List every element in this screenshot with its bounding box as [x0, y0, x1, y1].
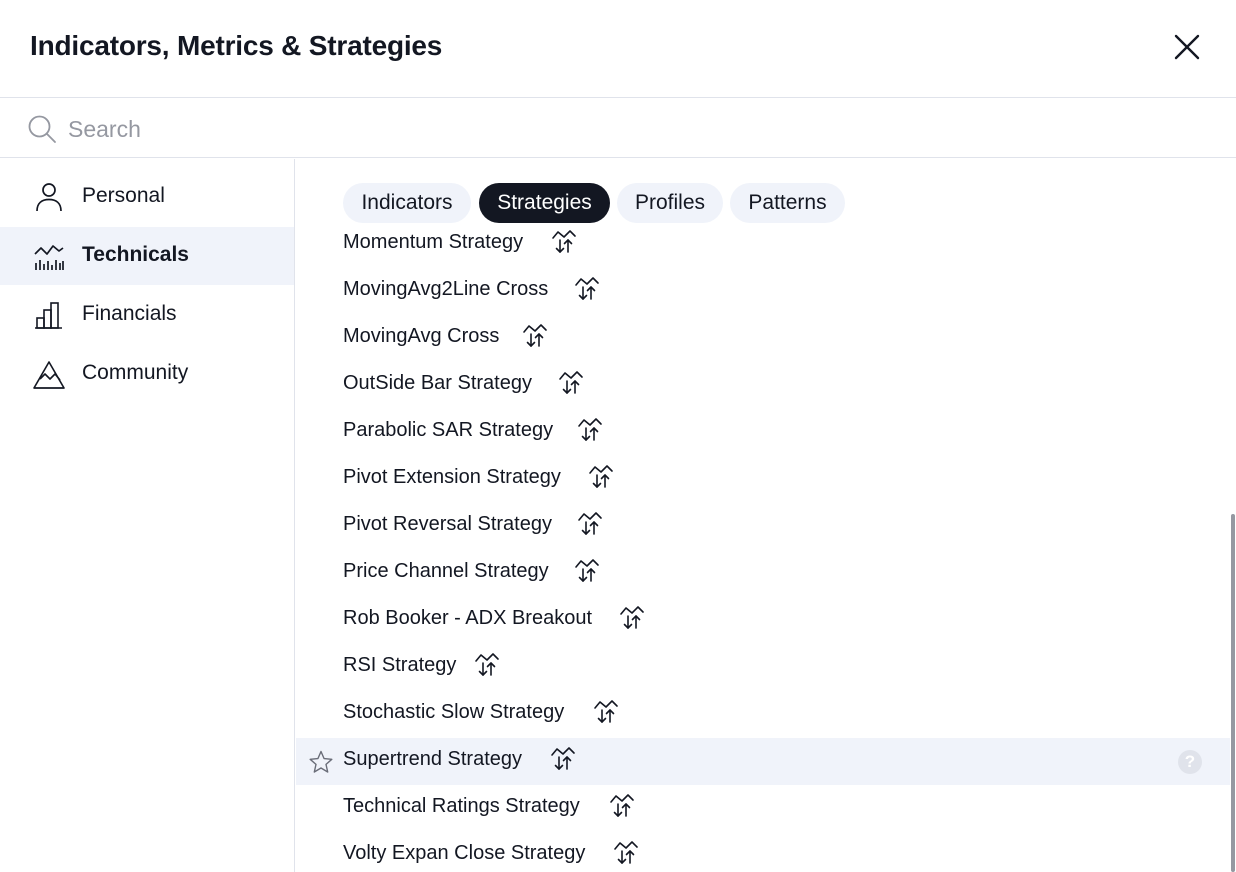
community-icon — [32, 357, 66, 391]
list-item[interactable]: Technical Ratings Strategy — [296, 785, 1230, 832]
strategy-icon — [608, 792, 636, 820]
sidebar-item-financials[interactable]: Financials — [0, 286, 294, 344]
list-item[interactable]: Momentum Strategy — [296, 228, 1230, 268]
strategy-name: Pivot Reversal Strategy — [343, 513, 552, 535]
tab-profiles[interactable]: Profiles — [617, 183, 723, 223]
list-item[interactable]: MovingAvg2Line Cross — [296, 268, 1230, 315]
strategy-icon — [473, 651, 501, 679]
list-item[interactable]: Parabolic SAR Strategy — [296, 409, 1230, 456]
list-item[interactable]: RSI Strategy — [296, 644, 1230, 691]
strategy-icon — [576, 416, 604, 444]
strategy-icon — [618, 604, 646, 632]
close-icon[interactable] — [1168, 28, 1206, 66]
strategy-name: Parabolic SAR Strategy — [343, 419, 554, 441]
tab-patterns[interactable]: Patterns — [730, 183, 845, 223]
list-item[interactable]: Price Channel Strategy — [296, 550, 1230, 597]
strategy-icon — [573, 275, 601, 303]
list-item[interactable]: Stochastic Slow Strategy — [296, 691, 1230, 738]
strategy-name: Momentum Strategy — [343, 231, 524, 253]
strategy-name: Technical Ratings Strategy — [343, 795, 580, 817]
strategy-name: RSI Strategy — [343, 654, 457, 676]
list-item[interactable]: Supertrend Strategy ? — [296, 738, 1230, 785]
help-icon[interactable]: ? — [1178, 750, 1202, 774]
sidebar-item-personal[interactable]: Personal — [0, 168, 294, 226]
sidebar-item-technicals[interactable]: Technicals — [0, 227, 294, 285]
strategy-icon — [550, 228, 578, 256]
strategy-icon — [549, 745, 577, 773]
bar-chart-icon — [32, 298, 66, 332]
sidebar-item-label: Financials — [82, 302, 177, 325]
strategy-name: Volty Expan Close Strategy — [343, 842, 586, 864]
strategy-icon — [587, 463, 615, 491]
sidebar-item-label: Community — [82, 361, 189, 384]
strategy-icon — [576, 510, 604, 538]
strategy-icon — [573, 557, 601, 585]
list-item[interactable]: Volty Expan Close Strategy — [296, 832, 1230, 872]
strategy-name: Pivot Extension Strategy — [343, 466, 561, 488]
strategy-icon — [592, 698, 620, 726]
sidebar-item-label: Technicals — [82, 243, 189, 266]
scrollbar-thumb[interactable] — [1231, 514, 1235, 872]
category-sidebar: Personal Technicals Financials Community — [0, 159, 295, 872]
list-item[interactable]: Pivot Extension Strategy — [296, 456, 1230, 503]
strategy-name: Rob Booker - ADX Breakout — [343, 607, 593, 629]
tab-strategies[interactable]: Strategies — [479, 183, 610, 223]
sidebar-item-label: Personal — [82, 184, 165, 207]
strategy-icon — [612, 839, 640, 867]
list-scrollbar[interactable] — [1230, 514, 1236, 872]
strategy-name: MovingAvg Cross — [343, 325, 500, 347]
dialog-title: Indicators, Metrics & Strategies — [30, 30, 443, 61]
list-item[interactable]: Rob Booker - ADX Breakout — [296, 597, 1230, 644]
strategy-name: MovingAvg2Line Cross — [343, 278, 549, 300]
person-icon — [32, 180, 66, 214]
strategy-list: Momentum Strategy MovingAvg2Line Cross M… — [296, 228, 1230, 872]
strategy-icon — [521, 322, 549, 350]
list-item[interactable]: OutSide Bar Strategy — [296, 362, 1230, 409]
search-icon — [27, 114, 57, 144]
list-item[interactable]: Pivot Reversal Strategy — [296, 503, 1230, 550]
strategy-icon — [557, 369, 585, 397]
strategy-name: Stochastic Slow Strategy — [343, 701, 565, 723]
dialog-header: Indicators, Metrics & Strategies — [0, 0, 1236, 98]
sidebar-item-community[interactable]: Community — [0, 345, 294, 403]
strategy-name: Price Channel Strategy — [343, 560, 549, 582]
tab-indicators[interactable]: Indicators — [343, 183, 471, 223]
list-item[interactable]: MovingAvg Cross — [296, 315, 1230, 362]
search-input[interactable] — [68, 112, 1208, 146]
strategy-name: OutSide Bar Strategy — [343, 372, 532, 394]
technicals-chart-icon — [32, 239, 66, 273]
strategy-name: Supertrend Strategy — [343, 748, 522, 770]
star-icon[interactable] — [308, 749, 334, 775]
close-button[interactable] — [1168, 28, 1206, 66]
